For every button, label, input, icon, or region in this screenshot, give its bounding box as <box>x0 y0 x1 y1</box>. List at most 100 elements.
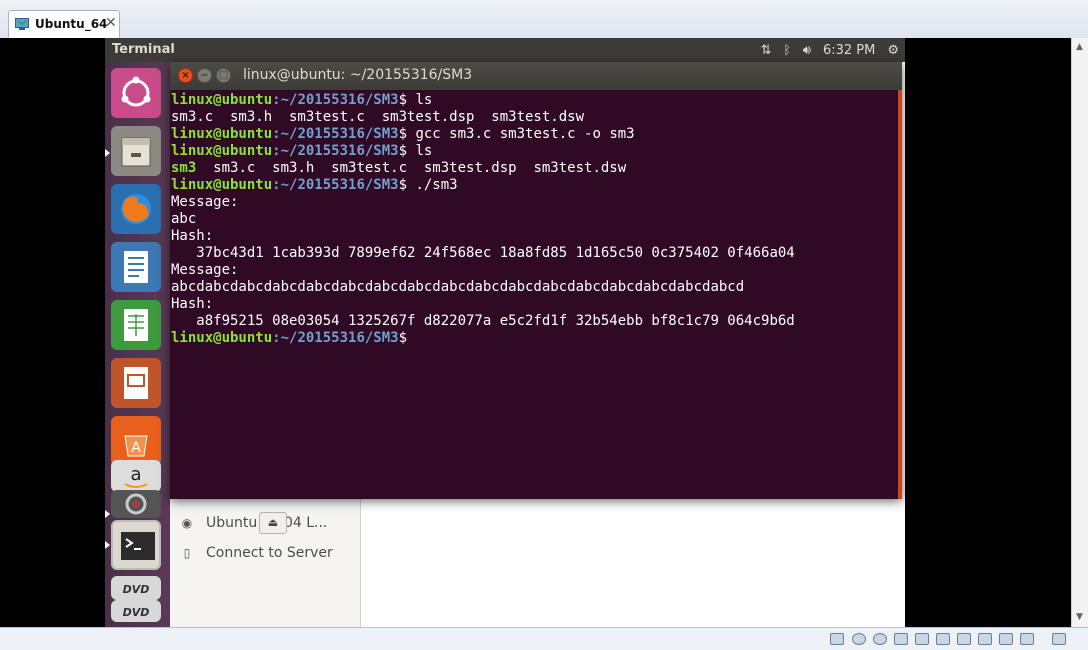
minimize-window-button[interactable]: − <box>197 68 212 83</box>
network-adapter-icon[interactable] <box>915 633 929 645</box>
top-panel: Terminal ⇅ ᛒ 🔊︎ 6:32 PM ⚙ <box>105 38 905 62</box>
close-icon[interactable]: ✕ <box>105 15 117 31</box>
panel-indicators: ⇅ ᛒ 🔊︎ 6:32 PM ⚙ <box>761 41 899 59</box>
executable-file-name: sm3 <box>171 160 197 176</box>
prompt-path: :~/20155316/SM3 <box>272 177 399 193</box>
prompt-user: linux@ubuntu <box>171 126 273 142</box>
optical-drive-icon[interactable] <box>852 633 866 645</box>
output-text: Message: <box>171 262 239 278</box>
terminal-prompt-line: linux@ubuntu:~/20155316/SM3$ <box>171 330 898 347</box>
ubuntu-software-icon[interactable]: A <box>111 416 161 466</box>
command-text: ls <box>415 92 433 108</box>
file-list-text: sm3.c sm3.h sm3test.c sm3test.dsp sm3tes… <box>196 160 627 176</box>
terminal-output-line: Message: <box>171 194 898 211</box>
vm-screen[interactable]: Terminal ⇅ ᛒ 🔊︎ 6:32 PM ⚙ A a DVD DVD ◉ … <box>0 38 1071 627</box>
ubuntu-desktop: Terminal ⇅ ᛒ 🔊︎ 6:32 PM ⚙ A a DVD DVD ◉ … <box>105 38 905 627</box>
terminal-output-line: sm3.c sm3.h sm3test.c sm3test.dsp sm3tes… <box>171 109 898 126</box>
terminal-output-line: a8f95215 08e03054 1325267f d822077a e5c2… <box>171 313 898 330</box>
terminal-output-line: Message: <box>171 262 898 279</box>
display-icon[interactable] <box>999 633 1013 645</box>
terminal-output-line: abcdabcdabcdabcdabcdabcdabcdabcdabcdabcd… <box>171 279 898 296</box>
optical-drive-icon[interactable] <box>873 633 887 645</box>
prompt-symbol: $ <box>398 143 416 159</box>
ubuntu-dash-icon[interactable] <box>111 68 161 118</box>
libreoffice-calc-icon[interactable] <box>111 300 161 350</box>
hard-disk-icon[interactable] <box>830 633 844 645</box>
audio-icon[interactable] <box>1020 633 1034 645</box>
files-main-view[interactable] <box>361 478 905 627</box>
prompt-symbol: $ <box>398 177 416 193</box>
files-icon[interactable] <box>111 126 161 176</box>
sidebar-item-label: Connect to Server <box>206 545 333 561</box>
launcher: A a DVD DVD <box>105 62 170 627</box>
close-window-button[interactable]: × <box>178 68 193 83</box>
prompt-path: :~/20155316/SM3 <box>272 126 399 142</box>
svg-text:a: a <box>130 464 141 485</box>
host-vertical-scrollbar[interactable]: ▲ ▼ <box>1071 38 1088 627</box>
vm-tab-label: Ubuntu_64 <box>35 17 108 31</box>
floppy-icon[interactable] <box>894 633 908 645</box>
prompt-symbol: $ <box>398 330 416 346</box>
usb-icon[interactable] <box>957 633 971 645</box>
sidebar-item-connect-to-server[interactable]: ▯ Connect to Server <box>180 542 333 564</box>
clock-time[interactable]: 6:32 PM <box>823 43 875 58</box>
prompt-path: :~/20155316/SM3 <box>272 143 399 159</box>
terminal-prompt-line: linux@ubuntu:~/20155316/SM3$ ls <box>171 92 898 109</box>
dvd-icon[interactable]: DVD <box>111 600 161 622</box>
terminal-icon[interactable] <box>111 520 161 570</box>
eject-button[interactable]: ⏏ <box>259 512 287 534</box>
command-text: ./sm3 <box>415 177 458 193</box>
message-icon[interactable] <box>1052 633 1066 645</box>
sidebar-item-dvd[interactable]: ◉ Ubuntu 16.04 L... <box>180 512 328 534</box>
server-icon: ▯ <box>183 546 191 560</box>
output-text: Hash: <box>171 228 214 244</box>
active-app-title: Terminal <box>112 42 175 57</box>
output-text: Message: <box>171 194 239 210</box>
firefox-icon[interactable] <box>111 184 161 234</box>
output-text: 37bc43d1 1cab393d 7899ef62 24f568ec 18a8… <box>171 245 795 261</box>
amazon-icon[interactable]: a <box>111 460 161 492</box>
command-text: gcc sm3.c sm3test.c -o sm3 <box>415 126 635 142</box>
svg-text:DVD: DVD <box>123 606 150 619</box>
svg-text:A: A <box>131 440 141 456</box>
vm-tab[interactable]: Ubuntu_64 ✕ <box>8 10 120 38</box>
prompt-user: linux@ubuntu <box>171 330 273 346</box>
settings-gear-icon[interactable]: ⚙ <box>887 43 899 58</box>
volume-icon[interactable]: 🔊︎ <box>803 43 811 58</box>
terminal-output-line: sm3 sm3.c sm3.h sm3test.c sm3test.dsp sm… <box>171 160 898 177</box>
terminal-scrollbar[interactable] <box>898 90 902 499</box>
terminal-prompt-line: linux@ubuntu:~/20155316/SM3$ ./sm3 <box>171 177 898 194</box>
bluetooth-icon[interactable]: ᛒ <box>784 43 791 57</box>
vm-monitor-icon <box>15 18 29 30</box>
prompt-symbol: $ <box>398 92 416 108</box>
prompt-user: linux@ubuntu <box>171 92 273 108</box>
output-text: abcdabcdabcdabcdabcdabcdabcdabcdabcdabcd… <box>171 279 745 295</box>
prompt-user: linux@ubuntu <box>171 177 273 193</box>
shared-folder-icon[interactable] <box>978 633 992 645</box>
dvd-icon[interactable]: DVD <box>111 576 161 600</box>
host-tab-bar: Ubuntu_64 ✕ <box>0 0 1088 39</box>
output-text: a8f95215 08e03054 1325267f d822077a e5c2… <box>171 313 795 329</box>
terminal-window[interactable]: × − □ linux@ubuntu: ~/20155316/SM3 linux… <box>170 62 902 499</box>
libreoffice-impress-icon[interactable] <box>111 358 161 408</box>
prompt-user: linux@ubuntu <box>171 143 273 159</box>
maximize-window-button[interactable]: □ <box>216 68 231 83</box>
prompt-symbol: $ <box>398 126 416 142</box>
prompt-path: :~/20155316/SM3 <box>272 330 399 346</box>
output-text: Hash: <box>171 296 214 312</box>
output-text: sm3.c sm3.h sm3test.c sm3test.dsp sm3tes… <box>171 109 585 125</box>
libreoffice-writer-icon[interactable] <box>111 242 161 292</box>
terminal-prompt-line: linux@ubuntu:~/20155316/SM3$ ls <box>171 143 898 160</box>
system-settings-icon[interactable] <box>111 490 161 518</box>
terminal-output-line: abc <box>171 211 898 228</box>
host-status-bar <box>0 627 1088 650</box>
terminal-titlebar[interactable]: × − □ linux@ubuntu: ~/20155316/SM3 <box>170 62 902 90</box>
command-text: ls <box>415 143 433 159</box>
terminal-output-line: 37bc43d1 1cab393d 7899ef62 24f568ec 18a8… <box>171 245 898 262</box>
disc-icon: ◉ <box>181 516 193 530</box>
terminal-output-line: Hash: <box>171 296 898 313</box>
network-updown-icon[interactable]: ⇅ <box>761 43 772 58</box>
terminal-title: linux@ubuntu: ~/20155316/SM3 <box>243 67 473 83</box>
terminal-output[interactable]: linux@ubuntu:~/20155316/SM3$ ls sm3.c sm3… <box>170 90 898 499</box>
printer-icon[interactable] <box>936 633 950 645</box>
